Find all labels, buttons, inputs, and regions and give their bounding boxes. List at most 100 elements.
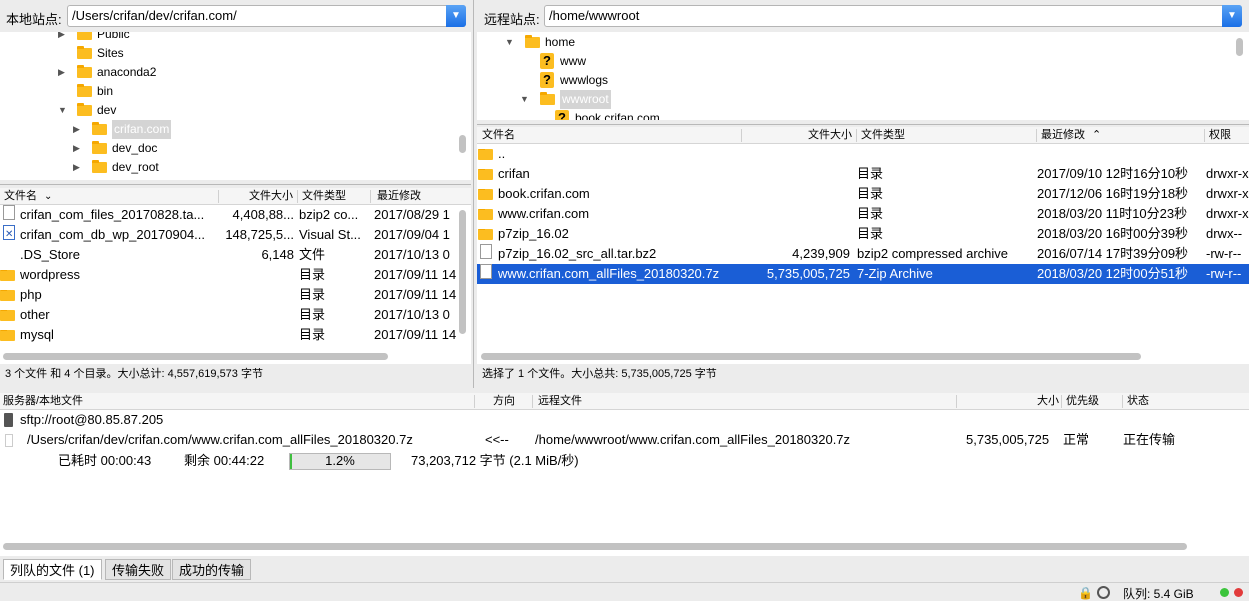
file-row[interactable]: php 目录 2017/09/11 14 [0, 285, 458, 305]
local-tree: ▶ Public Sites ▶ anaconda2 bin ▼ dev ▶ crifan.com… [0, 32, 471, 180]
queue-size: 5,735,005,725 [966, 432, 1050, 447]
local-tree-scrollbar[interactable] [459, 135, 466, 153]
file-modified: 2016/07/14 17时39分09秒 [1037, 246, 1189, 261]
queue-col-priority[interactable]: 优先级 [1066, 393, 1099, 410]
queue-col-server[interactable]: 服务器/本地文件 [3, 393, 83, 410]
tree-item[interactable]: ▶ crifan.com [0, 120, 455, 139]
tree-item[interactable]: ? wwwlogs [477, 71, 1227, 90]
tree-item[interactable]: ▶ dev_root [0, 158, 455, 177]
file-name: mysql [20, 327, 54, 342]
chevron-right-icon[interactable]: ▶ [73, 139, 80, 158]
file-icon [480, 244, 492, 259]
file-modified: 2017/08/29 1 [374, 207, 450, 222]
remote-list-header: 文件名 文件大小 文件类型 最近修改 ⌃ 权限 [477, 127, 1249, 144]
remote-splitter[interactable] [477, 124, 1249, 125]
file-row[interactable]: www.crifan.com 目录 2018/03/20 11时10分23秒 drwx… [477, 204, 1249, 224]
tree-item[interactable]: ▶ Public [0, 32, 455, 44]
chevron-down-icon[interactable]: ▼ [58, 101, 67, 120]
local-splitter[interactable] [0, 184, 471, 185]
file-row[interactable]: .. [477, 144, 1249, 164]
queue-transfer-row[interactable]: /Users/crifan/dev/crifan.com/www.crifan.… [0, 430, 1249, 450]
chevron-down-icon[interactable]: ▼ [505, 33, 514, 52]
queue-col-remote[interactable]: 远程文件 [538, 393, 582, 410]
file-name: .DS_Store [20, 247, 80, 262]
local-list-vscroll[interactable] [459, 210, 466, 334]
local-col-size[interactable]: 文件大小 [249, 188, 293, 205]
file-size: 148,725,5... [225, 227, 294, 242]
chevron-right-icon[interactable]: ▶ [73, 120, 80, 139]
chevron-down-icon[interactable]: ▼ [446, 5, 466, 27]
local-col-modified[interactable]: 最近修改 [377, 188, 421, 205]
file-row[interactable]: wordpress 目录 2017/09/11 14 [0, 265, 458, 285]
tab-queued-files[interactable]: 列队的文件 (1) [3, 559, 102, 580]
file-type: 目录 [299, 267, 326, 282]
file-row[interactable]: crifan_com_files_20170828.ta... 4,408,88.… [0, 205, 458, 225]
tree-item[interactable]: ▶ anaconda2 [0, 63, 455, 82]
file-name: book.crifan.com [498, 186, 590, 201]
queue-col-size[interactable]: 大小 [1037, 393, 1059, 410]
queue-col-direction[interactable]: 方向 [493, 393, 515, 410]
tree-item-label: crifan.com [112, 120, 172, 139]
local-col-name[interactable]: 文件名 [4, 188, 37, 205]
file-row[interactable]: book.crifan.com 目录 2017/12/06 16时19分18秒 drw… [477, 184, 1249, 204]
file-perms: -rw-r-- [1206, 266, 1242, 281]
tree-item[interactable]: ▼ wwwroot [477, 90, 1227, 109]
folder-icon [540, 92, 555, 105]
tree-item[interactable]: ? www [477, 52, 1227, 71]
chevron-right-icon[interactable]: ▶ [58, 32, 65, 44]
tree-item-label: dev_doc [112, 141, 158, 155]
remote-tree-scrollbar[interactable] [1236, 38, 1243, 56]
remote-path-value[interactable]: /home/wwwroot [549, 8, 639, 23]
chevron-right-icon[interactable]: ▶ [58, 63, 65, 82]
queue-col-status[interactable]: 状态 [1127, 393, 1149, 410]
tree-item[interactable]: Sites [0, 44, 455, 63]
file-row[interactable]: crifan_com_db_wp_20170904... 148,725,5...… [0, 225, 458, 245]
remote-col-size[interactable]: 文件大小 [808, 127, 852, 144]
file-name: crifan [498, 166, 530, 181]
file-row[interactable]: www.crifan.com_allFiles_20180320.7z 5,735… [477, 264, 1249, 284]
file-row[interactable]: .DS_Store 6,148 文件 2017/10/13 0 [0, 245, 458, 265]
file-row[interactable]: p7zip_16.02_src_all.tar.bz2 4,239,909 bzip… [477, 244, 1249, 264]
remote-col-type[interactable]: 文件类型 [861, 127, 905, 144]
chevron-down-icon[interactable]: ▼ [520, 90, 529, 109]
file-name: wordpress [20, 267, 80, 282]
chevron-up-icon[interactable]: ⌃ [1092, 127, 1101, 144]
remote-col-perms[interactable]: 权限 [1209, 127, 1231, 144]
tree-item-label: Public [97, 32, 130, 41]
file-row[interactable]: crifan 目录 2017/09/10 12时16分10秒 drwxr-x [477, 164, 1249, 184]
pane-divider[interactable] [473, 0, 474, 388]
file-row[interactable]: mysql 目录 2017/09/11 14 [0, 325, 458, 345]
tab-failed-transfers[interactable]: 传输失败 [105, 559, 172, 580]
local-path-combo[interactable]: /Users/crifan/dev/crifan.com/ ▼ [67, 5, 466, 27]
file-type: bzip2 compressed archive [857, 246, 1009, 261]
queue-hscroll[interactable] [3, 543, 1187, 550]
chevron-down-icon[interactable]: ⌄ [44, 188, 52, 205]
unknown-folder-icon: ? [540, 53, 554, 69]
speed-limit-icon[interactable] [1097, 586, 1110, 599]
chevron-down-icon[interactable]: ▼ [1222, 5, 1242, 27]
remote-col-name[interactable]: 文件名 [482, 127, 515, 144]
remote-col-modified[interactable]: 最近修改 [1041, 127, 1085, 144]
tree-item[interactable]: ? book.crifan.com [477, 109, 1227, 120]
file-type: 目录 [857, 166, 884, 181]
file-row[interactable]: other 目录 2017/10/13 0 [0, 305, 458, 325]
remote-list-hscroll[interactable] [481, 353, 1141, 360]
file-modified: 2018/03/20 12时00分51秒 [1037, 266, 1189, 281]
tree-item[interactable]: ▶ dev_doc [0, 139, 455, 158]
tab-successful-transfers[interactable]: 成功的传输 [172, 559, 252, 580]
file-name: crifan_com_db_wp_20170904... [20, 227, 206, 242]
tree-item[interactable]: bin [0, 82, 455, 101]
remote-path-combo[interactable]: /home/wwwroot ▼ [544, 5, 1242, 27]
tree-item[interactable]: ▼ dev [0, 101, 455, 120]
queue-server-row[interactable]: sftp://root@80.85.87.205 [0, 410, 1249, 430]
receive-indicator-icon [1220, 588, 1229, 597]
tree-item[interactable]: ▼ home [477, 33, 1227, 52]
local-list-hscroll[interactable] [3, 353, 388, 360]
local-col-type[interactable]: 文件类型 [302, 188, 346, 205]
chevron-right-icon[interactable]: ▶ [73, 158, 80, 177]
tree-item-label: bin [97, 84, 114, 98]
local-path-value[interactable]: /Users/crifan/dev/crifan.com/ [72, 8, 237, 23]
transfer-queue: 服务器/本地文件 方向 远程文件 大小 优先级 状态 sftp://root@8… [0, 393, 1249, 556]
file-row[interactable]: p7zip_16.02 目录 2018/03/20 16时00分39秒 drwx-- [477, 224, 1249, 244]
tree-item-label: home [545, 35, 576, 49]
